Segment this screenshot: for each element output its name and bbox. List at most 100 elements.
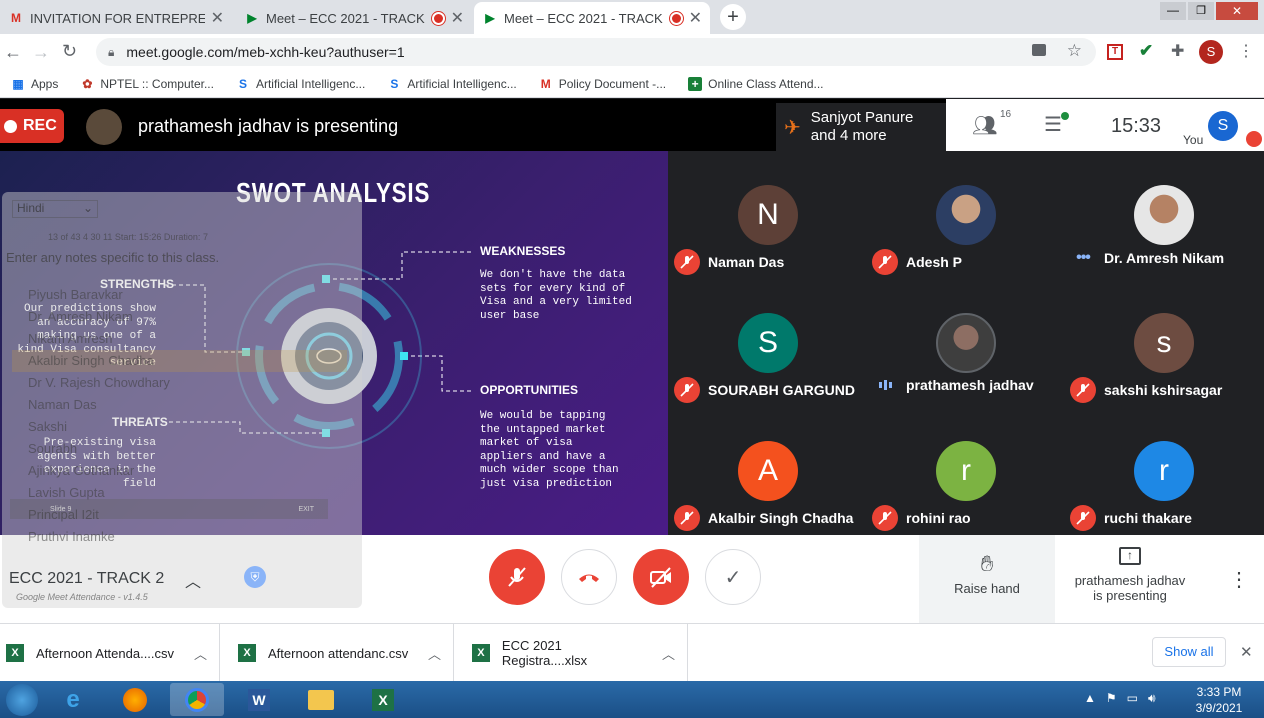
more-options-icon[interactable]: ⋮ [1229,567,1249,592]
csv-file-icon: X [6,644,24,662]
download-name: ECC 2021 Registra....xlsx [501,638,588,668]
firefox-icon[interactable] [108,683,162,716]
download-item[interactable]: X Afternoon attendanc.csv ︿ [232,624,454,682]
close-tab-icon[interactable]: ✕ [451,8,464,28]
list-item[interactable]: Ajinkya Gothankar [12,460,347,482]
download-item[interactable]: X ECC 2021 Registra....xlsx ︿ [466,624,688,682]
participant-tile[interactable]: prathamesh jadhav [866,279,1064,407]
participant-tile[interactable]: N Naman Das [668,151,866,279]
leave-call-button[interactable] [561,549,617,605]
camera-blocked-icon[interactable] [1032,44,1046,56]
chat-icon[interactable]: ☰ [1044,112,1062,137]
flag-icon[interactable]: ⚑ [1106,691,1117,706]
others-presenting-box[interactable]: ✈ Sanjyot Panure and 4 more [776,103,946,151]
participant-name: ruchi thakare [1104,510,1192,526]
participant-tile[interactable]: Adesh P [866,151,1064,279]
others-name: Sanjyot Panure [810,109,914,126]
extension-t-icon[interactable]: T [1107,44,1123,60]
participant-tile[interactable]: S SOURABH GARGUND [668,279,866,407]
chevron-up-icon[interactable]: ︿ [428,644,441,663]
close-window-button[interactable]: ✕ [1216,2,1258,20]
extensions-puzzle-icon[interactable]: ✚ [1171,41,1184,61]
chevron-up-icon[interactable]: ︿ [194,644,207,663]
bookmark-ai-1[interactable]: S Artificial Intelligenc... [227,77,374,91]
close-downloads-icon[interactable]: ✕ [1240,643,1253,661]
profile-avatar[interactable]: S [1199,40,1223,64]
chevron-up-icon[interactable]: ︿ [185,568,201,592]
list-item[interactable]: Nikam Amresh [12,328,347,350]
tab-meet-track-1[interactable]: ▶ Meet – ECC 2021 - TRACK 1 ✕ [236,2,472,34]
bookmark-star-icon[interactable]: ☆ [1067,41,1082,61]
list-item[interactable]: Akalbir Singh Chadha [12,350,347,372]
minimize-button[interactable]: — [1160,2,1186,20]
bookmark-apps[interactable]: ▦ Apps [2,77,67,91]
excel-icon[interactable]: X [356,683,410,716]
show-all-button[interactable]: Show all [1152,637,1226,667]
language-select[interactable]: Hindi ⌄ [12,200,98,218]
tab-gmail[interactable]: M INVITATION FOR ENTREPRENEUR ✕ [0,2,232,34]
download-item[interactable]: X Afternoon Attenda....csv ︿ [0,624,220,682]
raise-hand-label: Raise hand [954,581,1020,596]
extension-footer: Google Meet Attendance - v1.4.5 [16,592,148,602]
windows-taskbar: e W X ▲ ⚑ ▭ 🔊︎ 3:33 PM 3/9/2021 [0,681,1264,718]
self-label: You [1183,133,1204,147]
reload-icon[interactable]: ↻ [62,41,77,62]
mic-toggle-button[interactable] [489,549,545,605]
camera-toggle-button[interactable] [633,549,689,605]
participant-tile[interactable]: A Akalbir Singh Chadha [668,407,866,535]
participant-name: sakshi kshirsagar [1104,382,1223,398]
participant-tile[interactable]: r ruchi thakare [1064,407,1262,535]
list-item[interactable]: Sakshi [12,416,347,438]
download-name: Afternoon attendanc.csv [268,645,409,661]
chrome-icon[interactable] [170,683,224,716]
close-tab-icon[interactable]: ✕ [689,8,702,28]
close-tab-icon[interactable]: ✕ [211,8,224,28]
file-explorer-icon[interactable] [294,683,348,716]
list-item[interactable]: Principal I2it [12,504,347,526]
participant-tile[interactable]: r rohini rao [866,407,1064,535]
participant-tile[interactable]: ••• Dr. Amresh Nikam [1064,151,1262,279]
list-item[interactable]: Dr. Amresh Nikam [12,306,347,328]
menu-kebab-icon[interactable]: ⋮ [1238,41,1254,61]
forward-icon[interactable]: → [32,42,50,63]
list-item[interactable]: Piyush Baravkar [12,284,347,306]
network-icon[interactable]: ▭ [1127,691,1138,706]
shield-icon[interactable]: ⛨ [244,566,266,588]
list-item[interactable]: Naman Das [12,394,347,416]
volume-icon[interactable]: 🔊︎ [1148,691,1156,706]
attendance-check-button[interactable]: ✓ [705,549,761,605]
new-tab-button[interactable]: + [720,4,746,30]
internet-explorer-icon[interactable]: e [46,683,100,716]
weaknesses-body: We don't have the data sets for every ki… [480,269,632,322]
self-avatar[interactable]: S [1208,111,1238,141]
tray-expand-icon[interactable]: ▲ [1084,691,1096,706]
tab-meet-track-2[interactable]: ▶ Meet – ECC 2021 - TRACK 2 ✕ [474,2,710,34]
restore-button[interactable]: ❐ [1188,2,1214,20]
extension-check-icon[interactable]: ✔ [1139,41,1153,61]
raise-hand-button[interactable]: ✋︎ Raise hand [919,535,1055,623]
taskbar-clock[interactable]: 3:33 PM 3/9/2021 [1186,684,1252,716]
word-icon[interactable]: W [232,683,286,716]
downloads-bar: X Afternoon Attenda....csv ︿ X Afternoon at… [0,623,1264,682]
participant-name: Adesh P [906,254,963,270]
participant-tile[interactable]: s sakshi kshirsagar [1064,279,1262,407]
address-bar[interactable]: 🔒︎ meet.google.com/meb-xchh-keu?authuser… [96,38,1096,66]
list-item[interactable]: Sourabh [12,438,347,460]
people-icon[interactable]: 👥︎ [972,113,997,138]
presenting-button[interactable]: ↑ prathamesh jadhav is presenting [1055,535,1205,623]
bookmark-nptel[interactable]: ✿ NPTEL :: Computer... [71,77,223,91]
lock-icon: 🔒︎ [108,44,115,59]
bookmark-policy[interactable]: M Policy Document -... [530,77,675,91]
bookmark-label: Artificial Intelligenc... [407,76,517,91]
recording-badge[interactable]: REC [0,109,64,143]
list-item[interactable]: Dr V. Rajesh Chowdhary [12,372,347,394]
bookmark-online-class[interactable]: + Online Class Attend... [679,76,832,91]
back-icon[interactable]: ← [4,42,22,63]
bookmark-label: Artificial Intelligenc... [255,76,366,91]
attendance-extension-panel[interactable]: Hindi ⌄ 13 of 43 4 30 11 Start: 15:26 Dur… [2,192,362,608]
list-item[interactable]: Pruthvi Inamke [12,526,347,548]
chevron-up-icon[interactable]: ︿ [662,644,675,663]
list-item[interactable]: Lavish Gupta [12,482,347,504]
notes-input[interactable]: Enter any notes specific to this class. [6,250,219,265]
bookmark-ai-2[interactable]: S Artificial Intelligenc... [378,77,525,91]
